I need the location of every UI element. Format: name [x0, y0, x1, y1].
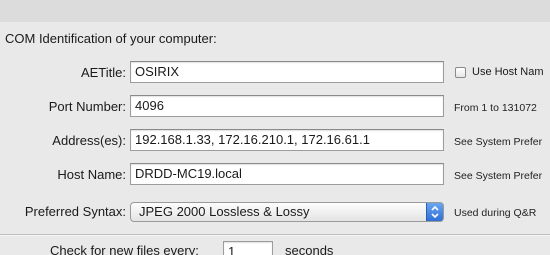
use-host-name-checkbox-row[interactable]: Use Host Nam: [455, 66, 544, 78]
preferred-syntax-hint: Used during Q&R: [454, 207, 537, 219]
address-label: Address(es):: [52, 133, 126, 148]
host-name-hint: See System Prefer: [454, 170, 543, 182]
host-name-field[interactable]: DRDD-MC19.local: [130, 163, 444, 185]
port-number-hint: From 1 to 131072: [454, 102, 537, 114]
toolbar-edge: [0, 0, 550, 23]
use-host-name-label: Use Host Nam: [472, 66, 544, 78]
preferred-syntax-label: Preferred Syntax:: [24, 204, 126, 219]
check-interval-field[interactable]: 1: [223, 241, 273, 255]
port-number-label: Port Number:: [48, 99, 126, 114]
section-title: COM Identification of your computer:: [5, 31, 217, 46]
seconds-label: seconds: [285, 243, 334, 255]
address-field[interactable]: 192.168.1.33, 172.16.210.1, 172.16.61.1: [130, 129, 444, 151]
preferred-syntax-popup[interactable]: JPEG 2000 Lossless & Lossy: [130, 202, 444, 222]
check-files-label: Check for new files every:: [50, 243, 199, 255]
address-hint: See System Prefer: [454, 136, 543, 148]
port-number-field[interactable]: 4096: [130, 95, 444, 117]
host-name-label: Host Name:: [57, 167, 126, 182]
divider-highlight: [0, 235, 550, 236]
aetitle-label: AETitle:: [80, 65, 126, 80]
up-down-chevron-icon[interactable]: [426, 203, 443, 221]
aetitle-field[interactable]: OSIRIX: [130, 61, 444, 83]
preferences-window: COM Identification of your computer: AET…: [0, 0, 550, 255]
preferred-syntax-value: JPEG 2000 Lossless & Lossy: [139, 204, 310, 219]
use-host-name-checkbox[interactable]: [455, 66, 466, 78]
